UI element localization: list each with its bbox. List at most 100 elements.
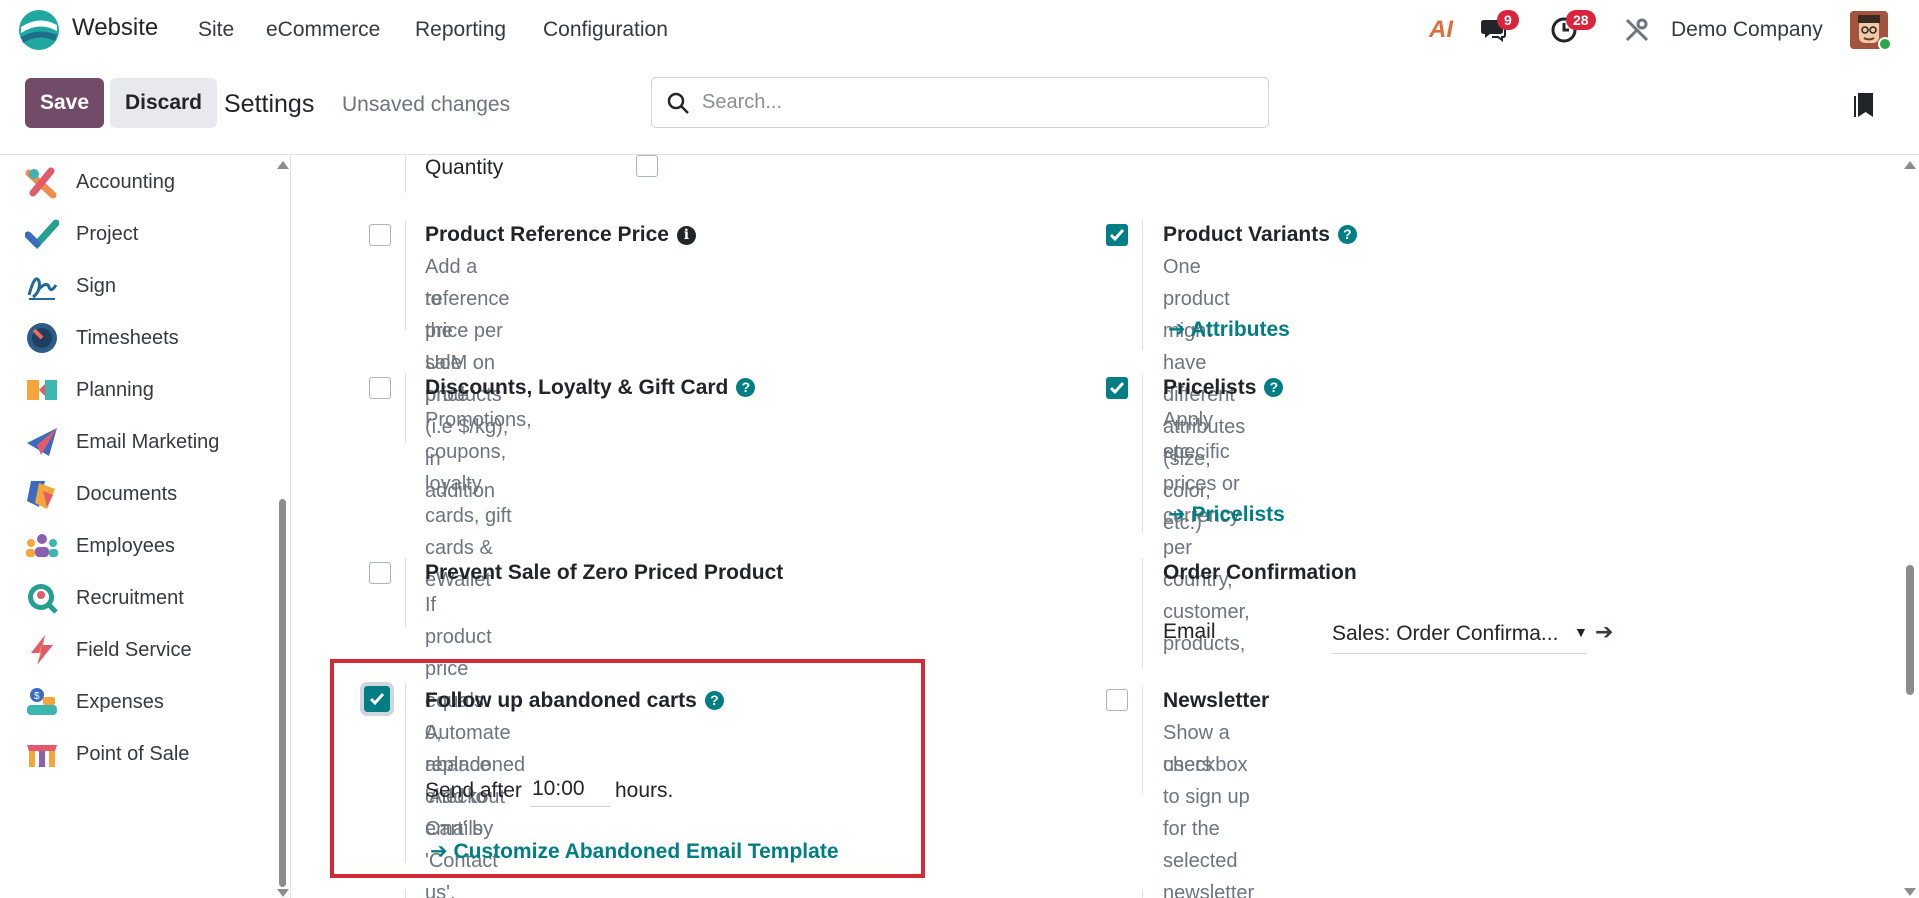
product-variants-title: Product Variants: [1163, 223, 1330, 246]
help-icon[interactable]: ?: [1264, 378, 1284, 397]
pricelists-checkbox[interactable]: [1106, 377, 1128, 399]
main-scrollbar[interactable]: [1906, 565, 1914, 695]
sidebar-item-employees[interactable]: Employees: [0, 521, 270, 571]
order-confirmation-email-select[interactable]: Sales: Order Confirma... ▼: [1332, 622, 1588, 654]
sidebar-scrollbar[interactable]: [279, 499, 286, 887]
expenses-icon: $: [27, 688, 57, 715]
website-app-logo-icon[interactable]: [18, 9, 60, 51]
messages-badge: 9: [1497, 10, 1519, 30]
pricelists-link[interactable]: ➔ Pricelists: [1168, 502, 1285, 527]
activities-badge: 28: [1566, 10, 1596, 30]
newsletter-desc-1: Show a checkbox to sign up for the selec…: [1163, 722, 1255, 898]
sidebar-item-timesheets[interactable]: Timesheets: [0, 313, 270, 363]
product-reference-price-checkbox[interactable]: [369, 224, 391, 246]
menu-reporting[interactable]: Reporting: [415, 18, 506, 42]
setting-title: Product Variants?: [1163, 223, 1357, 247]
pricelists-title: Pricelists: [1163, 376, 1257, 399]
sidebar-item-sign[interactable]: Sign: [0, 261, 270, 311]
setting-title: Discounts, Loyalty & Gift Card?: [425, 376, 756, 400]
divider: [1142, 889, 1143, 898]
product-variants-checkbox[interactable]: [1106, 224, 1128, 246]
online-status-dot: [1878, 37, 1892, 51]
divider: [1142, 685, 1143, 795]
check-icon: [1109, 382, 1125, 395]
sidebar-item-documents[interactable]: Documents: [0, 469, 270, 519]
accounting-icon: [25, 167, 57, 199]
sidebar-item-field-service[interactable]: Field Service: [0, 625, 270, 675]
highlight-box: [330, 659, 925, 878]
divider: [405, 220, 406, 330]
search-placeholder: Search...: [702, 91, 783, 113]
arrow-right-icon: ➔: [1168, 318, 1191, 341]
external-link-arrow-icon[interactable]: ➔: [1595, 619, 1613, 645]
sidebar-scroll-down[interactable]: [277, 889, 289, 897]
divider: [405, 558, 406, 628]
sidebar-item-label: Recruitment: [76, 586, 184, 609]
sidebar-scroll-up[interactable]: [277, 161, 289, 169]
attributes-link[interactable]: ➔ Attributes: [1168, 317, 1290, 342]
employees-icon: [26, 534, 58, 557]
project-icon: [25, 219, 59, 250]
point-of-sale-icon: [27, 745, 57, 767]
menu-site[interactable]: Site: [198, 18, 234, 42]
divider: [405, 155, 406, 193]
menu-configuration[interactable]: Configuration: [543, 18, 668, 42]
search-icon: [667, 92, 689, 114]
discard-button[interactable]: Discard: [110, 78, 217, 128]
sidebar-item-label: Accounting: [76, 170, 175, 193]
ai-label: AI: [1429, 16, 1453, 43]
pricelists-desc-2: etc.: [1163, 441, 1196, 463]
chevron-down-icon: ▼: [1574, 624, 1588, 640]
quantity-label: Quantity: [425, 156, 504, 179]
save-button[interactable]: Save: [25, 78, 104, 128]
setting-title: Product Reference Price i: [425, 223, 696, 247]
main-scroll-down[interactable]: [1904, 888, 1916, 896]
arrow-right-icon: ➔: [1168, 503, 1192, 526]
sidebar-item-point-of-sale[interactable]: Point of Sale: [0, 729, 270, 779]
prevent-zero-price-title: Prevent Sale of Zero Priced Product: [425, 561, 784, 584]
tools-icon[interactable]: [1622, 14, 1652, 46]
menu-ecommerce[interactable]: eCommerce: [266, 18, 380, 42]
newsletter-desc-2: users: [1163, 754, 1212, 776]
ai-icon[interactable]: AI: [1426, 14, 1456, 46]
setting-title: Pricelists?: [1163, 376, 1284, 400]
planning-icon: [27, 380, 57, 400]
divider: [1142, 558, 1143, 668]
discounts-checkbox[interactable]: [369, 377, 391, 399]
info-icon[interactable]: i: [676, 226, 696, 245]
settings-sidebar: Accounting Project Sign Timesheets Plann…: [0, 155, 291, 898]
sidebar-item-project[interactable]: Project: [0, 209, 270, 259]
unsaved-status: Unsaved changes: [342, 93, 511, 116]
sidebar-item-label: Point of Sale: [76, 742, 190, 765]
top-navbar: Website Site eCommerce Reporting Configu…: [0, 0, 1919, 60]
check-icon: [1109, 229, 1125, 242]
prevent-zero-price-checkbox[interactable]: [369, 562, 391, 584]
help-icon[interactable]: ?: [1337, 225, 1357, 244]
documents-icon: [27, 481, 55, 509]
sidebar-item-accounting[interactable]: Accounting: [0, 157, 270, 207]
quantity-checkbox[interactable]: [636, 155, 658, 177]
svg-text:$: $: [34, 691, 40, 702]
pricelists-link-label: Pricelists: [1191, 503, 1285, 526]
divider: [1142, 220, 1143, 350]
sidebar-item-expenses[interactable]: $ Expenses: [0, 677, 270, 727]
help-icon[interactable]: ?: [736, 378, 756, 397]
email-marketing-icon: [27, 428, 57, 456]
sidebar-item-planning[interactable]: Planning: [0, 365, 270, 415]
order-confirmation-title: Order Confirmation: [1163, 561, 1357, 584]
divider: [405, 889, 406, 898]
main-scroll-up[interactable]: [1904, 161, 1916, 169]
order-confirmation-email-value: Sales: Order Confirma...: [1332, 622, 1559, 645]
sidebar-item-email-marketing[interactable]: Email Marketing: [0, 417, 270, 467]
sidebar-item-label: Documents: [76, 482, 178, 505]
bookmark-icon[interactable]: [1853, 91, 1875, 119]
search-input[interactable]: Search...: [651, 77, 1269, 128]
sidebar-item-label: Planning: [76, 378, 154, 401]
app-title[interactable]: Website: [72, 14, 158, 42]
sidebar-item-label: Field Service: [76, 638, 192, 661]
company-switcher[interactable]: Demo Company: [1671, 18, 1823, 42]
sidebar-item-recruitment[interactable]: Recruitment: [0, 573, 270, 623]
discounts-title: Discounts, Loyalty & Gift Card: [425, 376, 729, 399]
sidebar-item-label: Timesheets: [76, 326, 179, 349]
newsletter-checkbox[interactable]: [1106, 689, 1128, 711]
